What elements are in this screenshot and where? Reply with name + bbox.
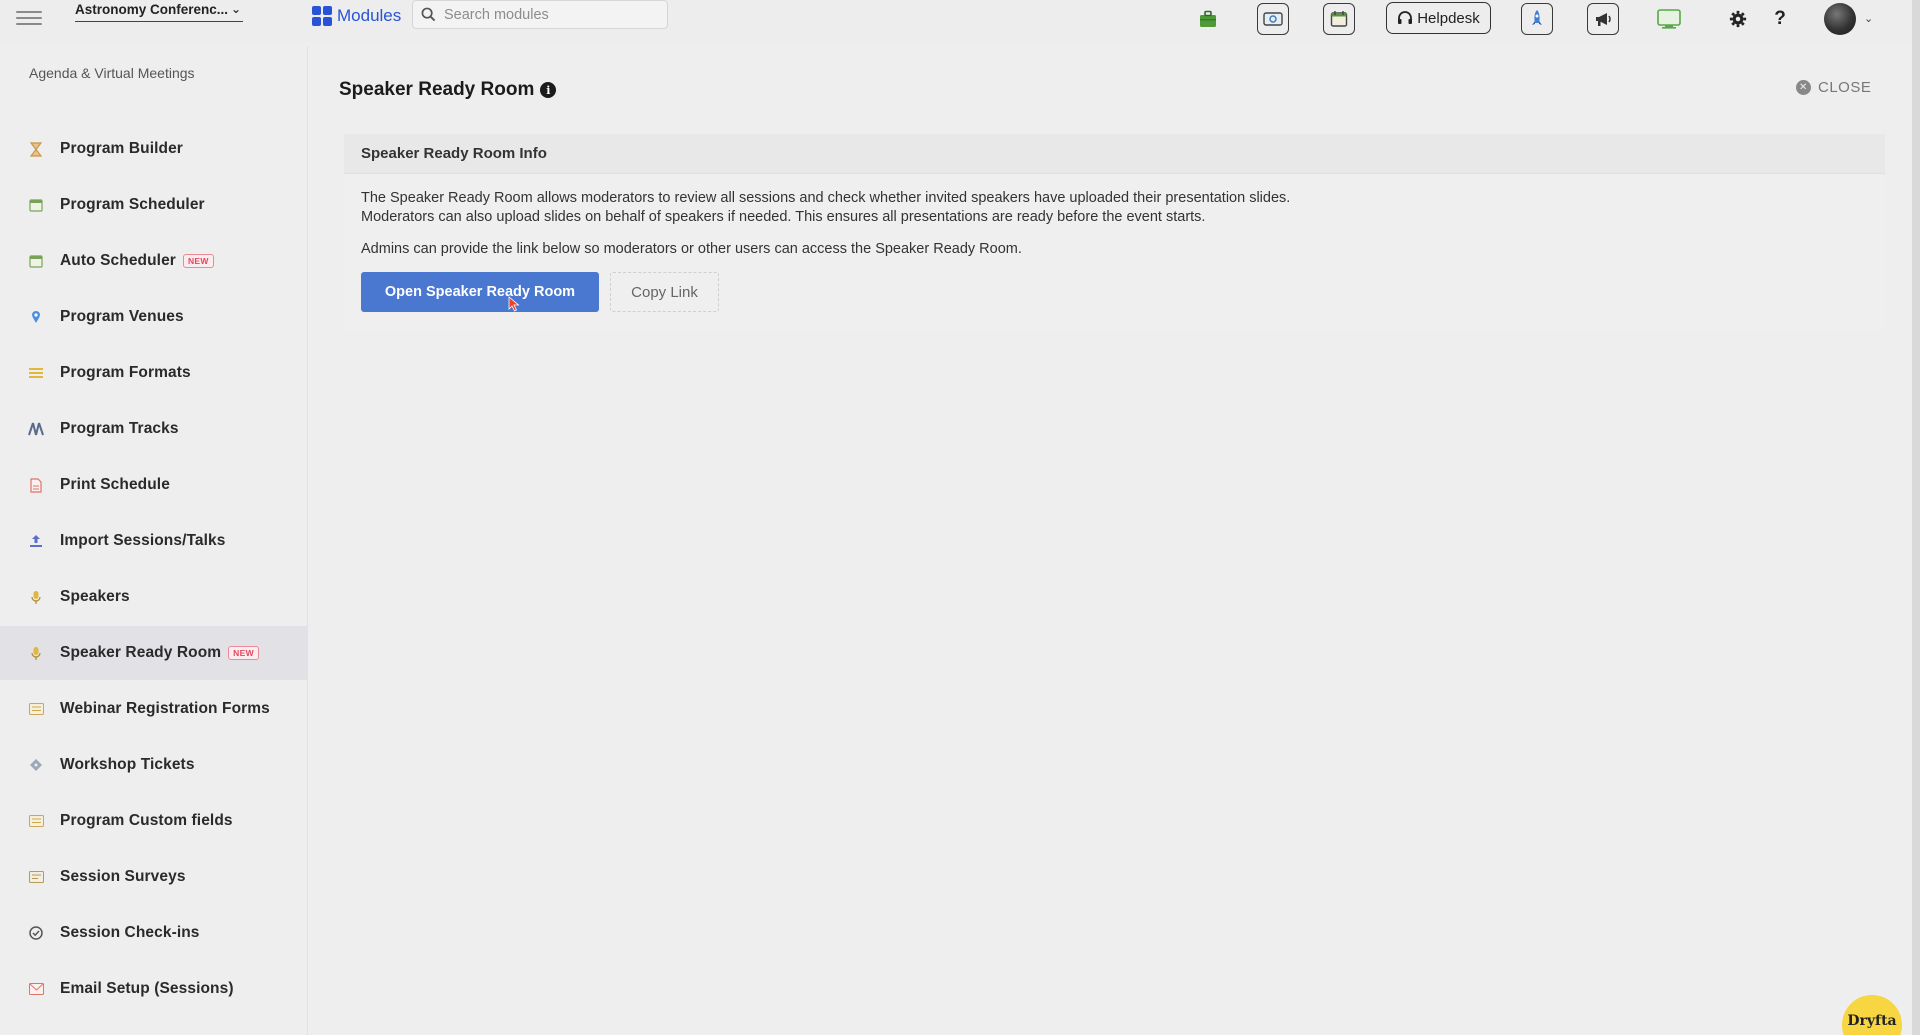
ticket-icon [27,756,45,774]
form-icon [27,700,45,718]
sidebar-item-program-venues[interactable]: Program Venues [0,290,308,344]
headset-icon [1398,11,1413,24]
info-icon[interactable]: i [540,82,557,98]
map-pin-icon [27,308,45,326]
microphone-icon [27,588,45,606]
sidebar-item-program-custom-fields[interactable]: Program Custom fields [0,794,308,848]
calendar-icon [27,196,45,214]
gear-icon[interactable] [1722,3,1754,35]
microphone-icon [27,644,45,662]
search-box [412,0,668,29]
scrollbar-track[interactable] [1912,0,1920,1035]
upload-icon [27,532,45,550]
monitor-icon[interactable] [1653,3,1685,35]
new-badge: NEW [182,254,214,268]
search-icon [421,7,436,22]
modules-button[interactable]: Modules [312,4,401,28]
hamburger-menu-icon[interactable] [14,7,44,29]
sidebar-item-import-sessions[interactable]: Import Sessions/Talks [0,514,308,568]
search-input[interactable] [444,6,644,23]
info-panel: Speaker Ready Room Info The Speaker Read… [344,134,1885,332]
sidebar-item-speaker-ready-room[interactable]: Speaker Ready Room NEW [0,626,308,680]
sidebar-item-program-scheduler[interactable]: Program Scheduler [0,178,308,232]
briefcase-icon[interactable] [1192,3,1224,35]
help-icon[interactable]: ? [1764,3,1796,35]
page-title: Speaker Ready Room i [339,79,557,101]
sidebar-item-program-builder[interactable]: Program Builder [0,122,308,176]
brand-badge: Dryfta [1842,995,1902,1035]
helpdesk-label: Helpdesk [1417,9,1480,27]
close-button[interactable]: ✕ CLOSE [1796,79,1871,96]
rocket-icon[interactable] [1521,3,1553,35]
hourglass-icon [27,140,45,158]
sidebar-item-program-tracks[interactable]: Program Tracks [0,402,308,456]
panel-admin-note: Admins can provide the link below so mod… [361,241,1022,257]
helpdesk-button[interactable]: Helpdesk [1386,2,1491,34]
panel-header: Speaker Ready Room Info [344,134,1885,174]
avatar[interactable] [1824,3,1856,35]
sidebar-item-program-formats[interactable]: Program Formats [0,346,308,400]
sidebar-item-speakers[interactable]: Speakers [0,570,308,624]
sidebar-item-session-check-ins[interactable]: Session Check-ins [0,906,308,960]
sidebar-item-webinar-registration-forms[interactable]: Webinar Registration Forms [0,682,308,736]
sidebar: Agenda & Virtual Meetings Program Builde… [0,46,308,1035]
chevron-down-icon: ⌄ [230,2,241,16]
email-icon [27,980,45,998]
calendar-icon[interactable] [1323,3,1355,35]
new-badge: NEW [228,646,259,660]
megaphone-icon[interactable] [1587,3,1619,35]
sidebar-item-session-surveys[interactable]: Session Surveys [0,850,308,904]
copy-link-button[interactable]: Copy Link [610,272,719,312]
sidebar-item-email-setup[interactable]: Email Setup (Sessions) [0,962,308,1016]
open-speaker-ready-room-button[interactable]: Open Speaker Ready Room [361,272,599,312]
sidebar-heading: Agenda & Virtual Meetings [29,65,195,81]
cash-icon[interactable] [1257,3,1289,35]
sidebar-item-auto-scheduler[interactable]: Auto Scheduler NEW [0,234,308,288]
mouse-cursor-icon [508,296,520,312]
event-name: Astronomy Conferenc... [75,2,229,17]
sidebar-item-print-schedule[interactable]: Print Schedule [0,458,308,512]
modules-label: Modules [337,6,402,25]
check-circle-icon [27,924,45,942]
form-icon [27,812,45,830]
event-selector[interactable]: Astronomy Conferenc... ⌄ [75,0,243,22]
close-icon: ✕ [1796,80,1811,95]
calendar-icon [27,252,45,270]
tracks-icon [27,420,45,438]
panel-description: The Speaker Ready Room allows moderators… [361,190,1291,225]
list-icon [27,364,45,382]
sidebar-item-workshop-tickets[interactable]: Workshop Tickets [0,738,308,792]
grid-icon [312,6,332,26]
survey-icon [27,868,45,886]
chevron-down-icon[interactable]: ⌄ [1864,12,1873,25]
top-bar: Astronomy Conferenc... ⌄ Modules Helpdes… [0,0,1920,42]
document-icon [27,476,45,494]
